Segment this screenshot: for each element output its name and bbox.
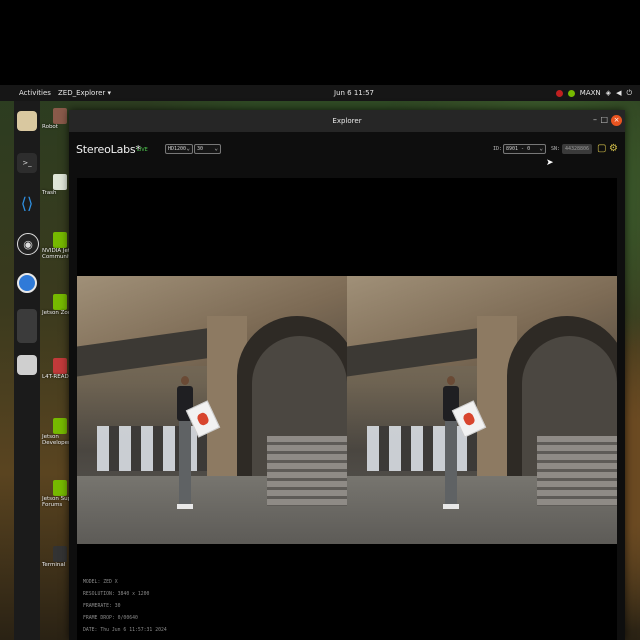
fps-select[interactable]: 30 ⌄ [194,144,221,154]
person [177,376,193,516]
power-mode-label[interactable]: MAXN [580,89,601,97]
settings-icon[interactable]: ⚙ [609,143,618,154]
folder-icon [53,108,67,124]
trash-icon [53,174,67,190]
drive-icon[interactable] [17,355,37,375]
terminal-icon [53,546,67,562]
chromium-icon[interactable] [17,273,37,293]
nvidia-icon [53,232,67,248]
activities-button[interactable]: Activities [19,89,51,97]
top-bar: Activities ZED_Explorer ▾ Jun 6 11:57 MA… [0,85,640,101]
id-label: ID: [493,146,503,152]
obs-icon[interactable]: ◉ [17,233,39,255]
explorer-window: Explorer – □ × StereoLabs* LIVE HD1200 ⌄… [69,110,625,640]
maximize-button[interactable]: □ [600,115,608,124]
window-title: Explorer [332,117,362,125]
nvidia-icon[interactable] [555,89,563,97]
right-camera-view [347,276,617,544]
drive-icon [53,358,67,374]
serial-number-field: 44328806 [562,144,592,154]
nvidia-icon [53,294,67,310]
system-tray[interactable]: MAXN ◈ ◀ ⏻ [555,88,632,98]
info-model: MODEL: ZED X [83,580,118,585]
window-titlebar[interactable]: Explorer – □ × [69,110,625,132]
power-icon: ⏻ [626,88,632,97]
chevron-down-icon: ⌄ [186,145,190,152]
terminal-icon[interactable]: >_ [17,153,37,173]
info-frame-drop: FRAME DROP: 0/00640 [83,616,138,621]
brand-logo: StereoLabs* [76,143,141,156]
left-camera-view [77,276,347,544]
chevron-down-icon: ⌄ [539,145,543,152]
power-mode-icon [567,89,575,97]
nvidia-icon [53,418,67,434]
toolbar: StereoLabs* LIVE HD1200 ⌄ 30 ⌄ ID: 8901 … [69,132,625,166]
resolution-select[interactable]: HD1200 ⌄ [165,144,193,154]
nvidia-icon [53,480,67,496]
info-date: DATE: Thu Jun 6 11:57:31 2024 [83,628,167,633]
app-menu[interactable]: ZED_Explorer ▾ [58,89,111,97]
network-icon: ◈ [605,89,612,97]
live-indicator: LIVE [137,147,148,153]
info-framerate: FRAMERATE: 30 [83,604,121,609]
dock: >_ ⟨⟩ ◉ [14,101,40,640]
vscode-icon[interactable]: ⟨⟩ [17,193,37,213]
files-icon[interactable] [17,111,37,131]
clock[interactable]: Jun 6 11:57 [334,89,374,97]
blank-app-icon[interactable] [17,309,37,343]
person [443,376,459,516]
chevron-down-icon: ⌄ [214,145,218,152]
minimize-button[interactable]: – [593,115,597,124]
camera-id-select[interactable]: 8901 - 0 ⌄ [503,144,546,154]
close-button[interactable]: × [611,115,622,126]
stereo-viewer [77,178,617,640]
sn-label: SN: [551,146,561,152]
volume-icon: ◀ [616,89,622,97]
camera-icon[interactable]: ▢ [597,143,606,154]
info-resolution: RESOLUTION: 3840 x 1200 [83,592,150,597]
mouse-cursor: ➤ [546,158,554,168]
camera-info-panel: MODEL: ZED X RESOLUTION: 3840 x 1200 FRA… [83,577,167,637]
